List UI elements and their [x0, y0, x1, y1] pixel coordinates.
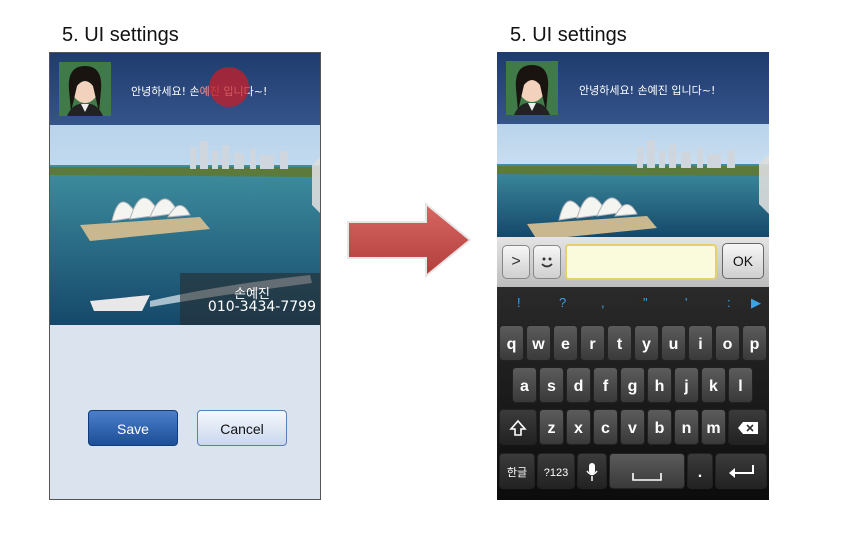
message-input[interactable] — [565, 244, 717, 280]
key-u[interactable]: u — [661, 325, 686, 361]
right-phone-screen: 안녕하세요! 손예진 입니다~! > OK ! ? , " ': ▶ q w … — [497, 52, 769, 500]
symbol-suggestion-row: ! ? , " ' : ▶ — [497, 287, 769, 321]
symbol-key[interactable]: : — [727, 295, 731, 310]
enter-arrow-icon — [729, 465, 754, 478]
transition-arrow — [344, 201, 474, 283]
input-bar: > OK — [497, 237, 769, 287]
key-f[interactable]: f — [593, 367, 618, 403]
key-h[interactable]: h — [647, 367, 672, 403]
key-p[interactable]: p — [742, 325, 767, 361]
cancel-button[interactable]: Cancel — [197, 410, 287, 446]
language-key[interactable]: 한글 — [499, 453, 535, 489]
key-r[interactable]: r — [580, 325, 605, 361]
soft-keyboard: ! ? , " ' : ▶ q w e r t y u i o p a s d … — [497, 287, 769, 500]
symbol-key[interactable]: " — [643, 295, 648, 310]
key-i[interactable]: i — [688, 325, 713, 361]
key-g[interactable]: g — [620, 367, 645, 403]
key-d[interactable]: d — [566, 367, 591, 403]
profile-avatar[interactable] — [59, 62, 111, 116]
emoji-button[interactable] — [533, 245, 561, 279]
left-phone-screen: 안녕하세요! 손예진 입니다~! 손예진 — [49, 52, 321, 500]
greeting-pre: 안녕하세요! 손 — [131, 85, 200, 98]
key-t[interactable]: t — [607, 325, 632, 361]
symbol-key[interactable]: ▶ — [751, 295, 761, 311]
key-k[interactable]: k — [701, 367, 726, 403]
voice-input-key[interactable] — [577, 453, 607, 489]
symbol-key[interactable]: ! — [517, 295, 521, 310]
profile-avatar-right[interactable] — [506, 61, 558, 115]
key-m[interactable]: m — [701, 409, 726, 445]
key-o[interactable]: o — [715, 325, 740, 361]
enter-key[interactable] — [715, 453, 767, 489]
symbol-key[interactable]: ? — [559, 295, 566, 310]
period-key[interactable]: . — [687, 453, 713, 489]
key-y[interactable]: y — [634, 325, 659, 361]
shift-arrow-icon — [509, 419, 527, 436]
profile-header-right: 안녕하세요! 손예진 입니다~! — [497, 52, 769, 124]
number-symbol-key[interactable]: ?123 — [537, 453, 575, 489]
smiley-icon — [541, 257, 553, 268]
space-bar-icon — [632, 473, 662, 481]
symbol-key[interactable]: , — [601, 295, 605, 310]
profile-header: 안녕하세요! 손예진 입니다~! — [50, 53, 320, 125]
contact-card[interactable]: 손예진 010-3434-7799 — [180, 273, 320, 325]
contact-phone: 010-3434-7799 — [207, 299, 316, 315]
delete-key[interactable] — [728, 409, 767, 445]
background-photo: 손예진 010-3434-7799 — [50, 125, 320, 325]
key-v[interactable]: v — [620, 409, 645, 445]
background-photo-right — [497, 124, 769, 237]
backspace-icon — [737, 422, 758, 434]
key-a[interactable]: a — [512, 367, 537, 403]
key-q[interactable]: q — [499, 325, 524, 361]
ok-button[interactable]: OK — [722, 243, 764, 279]
shift-key[interactable] — [499, 409, 537, 445]
key-z[interactable]: z — [539, 409, 564, 445]
greeting-text-right[interactable]: 안녕하세요! 손예진 입니다~! — [579, 82, 715, 98]
space-key[interactable] — [609, 453, 685, 489]
left-slide-title: 5. UI settings — [62, 24, 179, 46]
symbol-key[interactable]: ' — [685, 295, 687, 310]
touch-indicator — [209, 67, 249, 107]
key-c[interactable]: c — [593, 409, 618, 445]
key-n[interactable]: n — [674, 409, 699, 445]
key-x[interactable]: x — [566, 409, 591, 445]
key-b[interactable]: b — [647, 409, 672, 445]
key-j[interactable]: j — [674, 367, 699, 403]
key-w[interactable]: w — [526, 325, 551, 361]
key-s[interactable]: s — [539, 367, 564, 403]
key-e[interactable]: e — [553, 325, 578, 361]
key-l[interactable]: l — [728, 367, 753, 403]
expand-button[interactable]: > — [502, 245, 530, 279]
save-button[interactable]: Save — [88, 410, 178, 446]
microphone-icon — [586, 463, 598, 481]
right-slide-title: 5. UI settings — [510, 24, 627, 46]
